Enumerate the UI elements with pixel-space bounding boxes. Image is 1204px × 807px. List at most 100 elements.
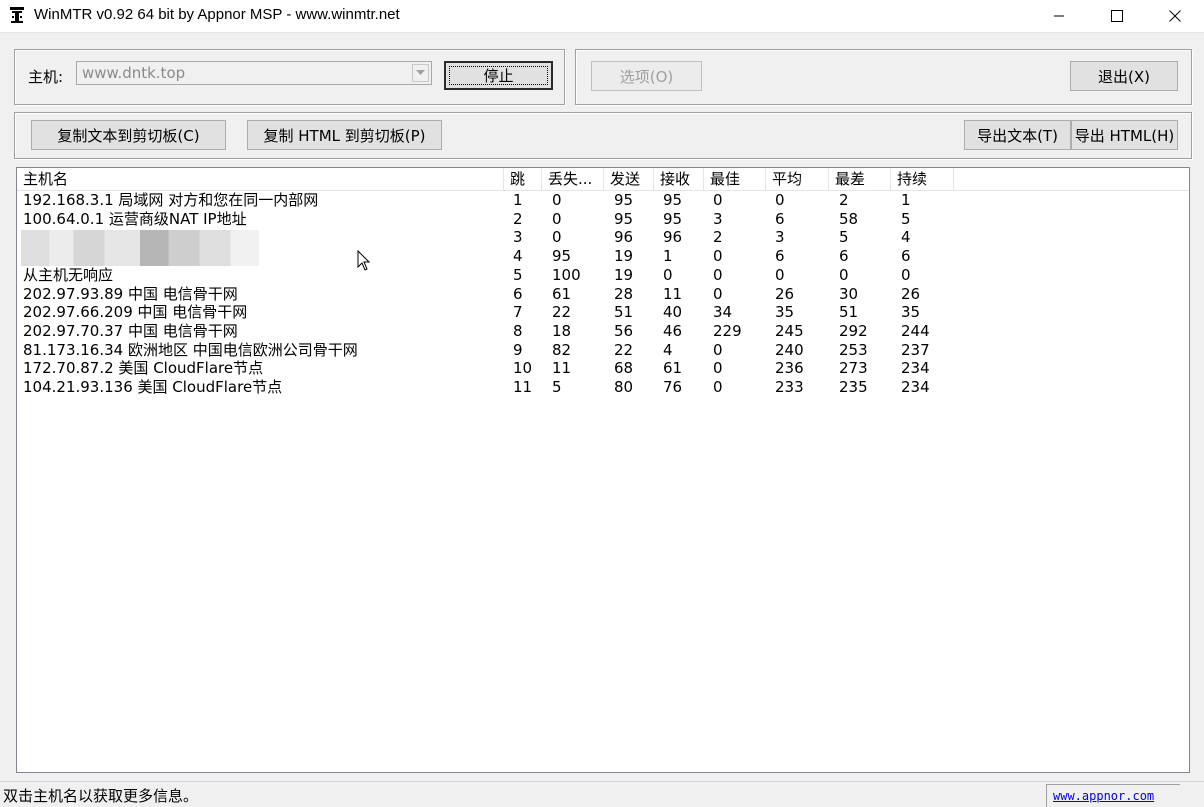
cell-hostname: 192.168.3.1 局域网 对方和您在同一内部网 (23, 191, 319, 209)
host-combobox[interactable]: www.dntk.top (76, 61, 432, 85)
exit-button[interactable]: 退出(X) (1070, 61, 1178, 91)
cell-sent: 28 (614, 284, 634, 303)
cell-sent: 80 (614, 378, 634, 396)
column-header-loss[interactable]: 丢失... (542, 168, 604, 190)
cell-last: 244 (901, 321, 930, 340)
cell-hop: 8 (513, 321, 523, 340)
options-button[interactable]: 选项(O) (591, 61, 702, 91)
redacted-hostnames (21, 230, 259, 266)
cell-recv: 61 (663, 359, 683, 378)
cell-avg: 6 (775, 209, 785, 228)
cell-worst: 292 (839, 321, 868, 340)
cell-last: 5 (901, 209, 911, 228)
chevron-down-icon (416, 70, 425, 75)
cell-hop: 1 (513, 191, 523, 209)
table-row[interactable]: 从主机无响应 5 100 19 0 0 0 0 0 (17, 266, 1189, 285)
table-row[interactable]: 104.21.93.136 美国 CloudFlare节点 11 5 80 76 0 233… (17, 378, 1189, 397)
cell-avg: 35 (775, 303, 795, 322)
column-header-recv[interactable]: 接收 (654, 168, 704, 190)
cell-avg: 6 (775, 247, 785, 266)
column-header-hop[interactable]: 跳 (504, 168, 542, 190)
cell-worst: 235 (839, 378, 868, 396)
table-row[interactable]: 202.97.66.209 中国 电信骨干网 7 22 51 40 34 35 51 35 (17, 303, 1189, 322)
cell-loss: 11 (552, 359, 572, 378)
cell-sent: 68 (614, 359, 634, 378)
cell-recv: 1 (663, 247, 673, 266)
cell-hostname: 104.21.93.136 美国 CloudFlare节点 (23, 378, 283, 396)
maximize-button[interactable] (1088, 0, 1146, 32)
cell-recv: 40 (663, 303, 683, 322)
close-button[interactable] (1146, 0, 1204, 32)
status-message: 双击主机名以获取更多信息。 (3, 787, 199, 805)
cell-worst: 6 (839, 247, 849, 266)
cell-best: 229 (713, 321, 742, 340)
cell-worst: 2 (839, 191, 849, 209)
cell-loss: 0 (552, 228, 562, 247)
cell-loss: 82 (552, 340, 572, 359)
cell-last: 26 (901, 284, 921, 303)
results-listview[interactable]: 主机名 跳 丢失... 发送 接收 最佳 平均 最差 持续 192.168.3.… (16, 167, 1190, 773)
cell-recv: 4 (663, 340, 673, 359)
column-header-best[interactable]: 最佳 (704, 168, 766, 190)
cell-hostname: 172.70.87.2 美国 CloudFlare节点 (23, 359, 264, 378)
copy-html-button[interactable]: 复制 HTML 到剪切板(P) (247, 120, 442, 150)
cell-hop: 9 (513, 340, 523, 359)
cell-sent: 56 (614, 321, 634, 340)
column-header-hostname[interactable]: 主机名 (17, 168, 504, 190)
cell-avg: 240 (775, 340, 804, 359)
cell-worst: 58 (839, 209, 859, 228)
minimize-button[interactable] (1030, 0, 1088, 32)
cell-hop: 11 (513, 378, 533, 396)
column-header-last[interactable]: 持续 (891, 168, 954, 190)
column-header-avg[interactable]: 平均 (766, 168, 829, 190)
cell-loss: 22 (552, 303, 572, 322)
cell-worst: 5 (839, 228, 849, 247)
cell-sent: 19 (614, 265, 634, 284)
export-html-button[interactable]: 导出 HTML(H) (1071, 120, 1178, 150)
stop-button[interactable]: 停止 (444, 61, 553, 90)
focus-rect (449, 66, 548, 85)
cell-recv: 95 (663, 209, 683, 228)
appnor-link[interactable]: www.appnor.com (1053, 789, 1154, 803)
cell-recv: 0 (663, 265, 673, 284)
minimize-icon (1054, 15, 1064, 17)
cell-last: 234 (901, 359, 930, 378)
table-row[interactable]: 202.97.70.37 中国 电信骨干网 8 18 56 46 229 245 292 244 (17, 322, 1189, 341)
cell-last: 6 (901, 247, 911, 266)
cell-loss: 100 (552, 265, 581, 284)
export-text-label: 导出文本(T) (977, 126, 1058, 145)
maximize-icon (1111, 10, 1123, 22)
cell-best: 34 (713, 303, 733, 322)
cell-hop: 2 (513, 209, 523, 228)
options-label: 选项(O) (619, 67, 674, 86)
combo-dropdown-button[interactable] (412, 64, 429, 82)
cell-hop: 5 (513, 265, 523, 284)
column-header-sent[interactable]: 发送 (604, 168, 654, 190)
cell-sent: 51 (614, 303, 634, 322)
export-text-button[interactable]: 导出文本(T) (964, 120, 1071, 150)
cell-worst: 30 (839, 284, 859, 303)
table-row[interactable]: 192.168.3.1 局域网 对方和您在同一内部网 1 0 95 95 0 0 2 1 (17, 191, 1189, 210)
mouse-cursor-icon (357, 249, 371, 276)
table-row[interactable]: 172.70.87.2 美国 CloudFlare节点 10 11 68 61 0 236 2… (17, 359, 1189, 378)
cell-loss: 0 (552, 191, 562, 209)
copy-text-button[interactable]: 复制文本到剪切板(C) (31, 120, 226, 150)
cell-best: 0 (713, 247, 723, 266)
cell-recv: 46 (663, 321, 683, 340)
cell-hostname: 100.64.0.1 运营商级NAT IP地址 (23, 209, 247, 228)
cell-worst: 273 (839, 359, 868, 378)
table-row[interactable]: 81.173.16.34 欧洲地区 中国电信欧洲公司骨干网 9 82 22 4 0 240 2… (17, 341, 1189, 360)
cell-sent: 96 (614, 228, 634, 247)
cell-recv: 95 (663, 191, 683, 209)
cell-hop: 3 (513, 228, 523, 247)
cell-sent: 22 (614, 340, 634, 359)
column-header-worst[interactable]: 最差 (829, 168, 891, 190)
cell-sent: 95 (614, 209, 634, 228)
cell-recv: 76 (663, 378, 683, 396)
winmtr-app-icon (9, 6, 25, 24)
close-icon (1169, 10, 1181, 22)
table-row[interactable]: 100.64.0.1 运营商级NAT IP地址 2 0 95 95 3 6 58 5 (17, 210, 1189, 229)
cell-last: 234 (901, 378, 930, 396)
exit-label: 退出(X) (1098, 67, 1150, 86)
table-row[interactable]: 202.97.93.89 中国 电信骨干网 6 61 28 11 0 26 30 26 (17, 285, 1189, 304)
